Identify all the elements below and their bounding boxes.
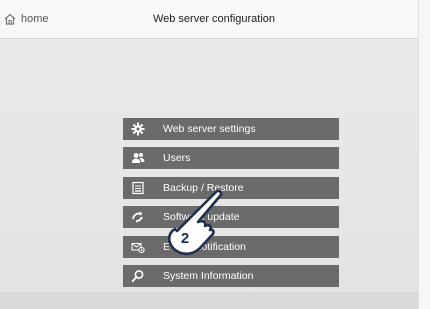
email-notification-icon bbox=[123, 236, 153, 258]
menu-item-label: System Information bbox=[163, 269, 254, 282]
menu-item-software-update[interactable]: Software update bbox=[123, 206, 339, 229]
update-icon bbox=[123, 206, 153, 228]
menu-item-backup-restore[interactable]: Backup / Restore bbox=[123, 176, 339, 199]
users-icon bbox=[123, 147, 153, 169]
screen: home Web server configuration Web server… bbox=[0, 0, 430, 309]
menu-item-users[interactable]: Users bbox=[123, 147, 339, 170]
backup-icon bbox=[123, 177, 153, 199]
right-edge bbox=[418, 0, 430, 309]
menu-item-label: Web server settings bbox=[163, 123, 256, 135]
menu-item-system-information[interactable]: System Information bbox=[123, 264, 339, 287]
top-bar: home Web server configuration bbox=[0, 0, 418, 39]
page-title: Web server configuration bbox=[152, 13, 276, 25]
search-icon bbox=[123, 265, 153, 287]
main-menu: Web server settings Users Backup / Resto… bbox=[123, 118, 339, 294]
pointing-hand-icon bbox=[160, 184, 230, 264]
bottom-band bbox=[0, 292, 418, 309]
menu-item-label: Users bbox=[163, 152, 191, 165]
step-number: 2 bbox=[180, 229, 190, 247]
gear-icon bbox=[123, 118, 153, 140]
menu-item-email-notification[interactable]: E-mail notification bbox=[123, 235, 339, 258]
menu-item-web-server-settings[interactable]: Web server settings bbox=[123, 118, 339, 140]
